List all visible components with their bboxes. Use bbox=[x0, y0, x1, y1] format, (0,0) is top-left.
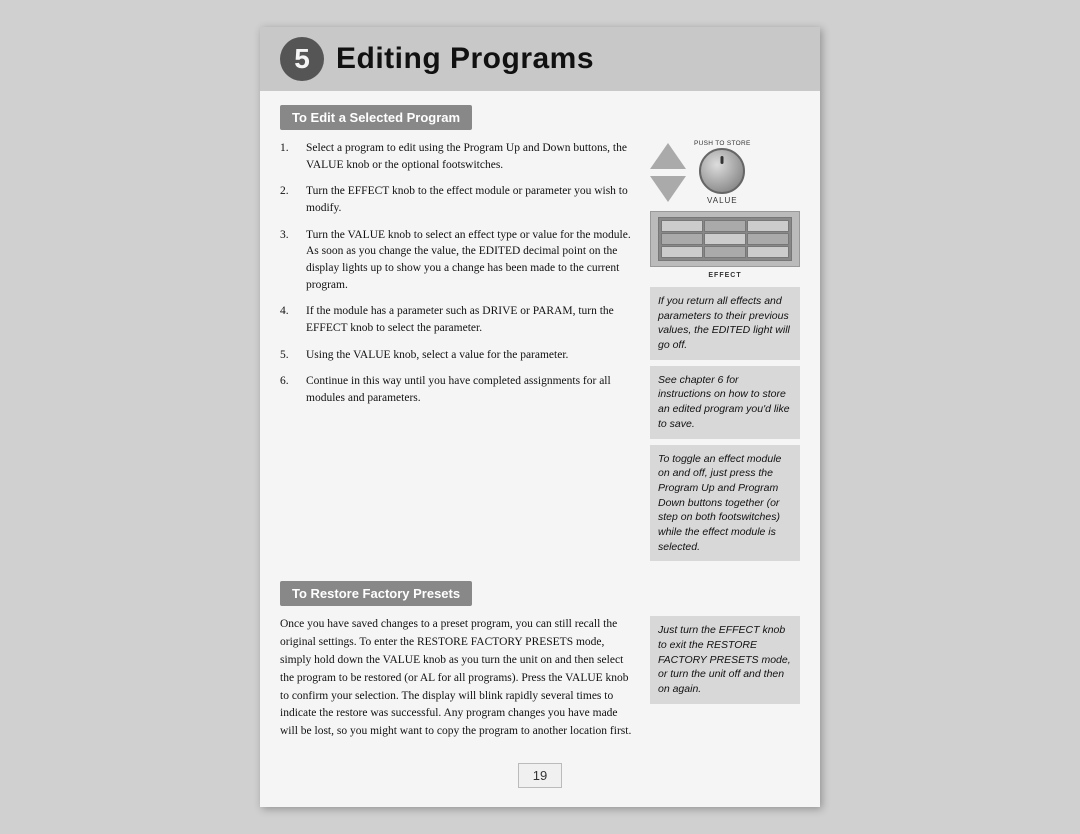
step-5-num: 5. bbox=[280, 347, 298, 364]
arrows-icon bbox=[650, 143, 686, 202]
step-5: 5. Using the VALUE knob, select a value … bbox=[280, 347, 636, 364]
section1-content: 1. Select a program to edit using the Pr… bbox=[260, 140, 820, 567]
value-knob-icon bbox=[699, 148, 745, 194]
arrow-up-icon bbox=[650, 143, 686, 169]
steps-column: 1. Select a program to edit using the Pr… bbox=[280, 140, 636, 567]
chapter-number: 5 bbox=[280, 37, 324, 81]
effect-label: EFFECT bbox=[708, 272, 741, 279]
sidebar-note-1: If you return all effects and parameters… bbox=[650, 287, 800, 360]
step-3-num: 3. bbox=[280, 227, 298, 294]
step-5-text: Using the VALUE knob, select a value for… bbox=[306, 347, 636, 364]
step-2-text: Turn the EFFECT knob to the effect modul… bbox=[306, 183, 636, 216]
step-1-text: Select a program to edit using the Progr… bbox=[306, 140, 636, 173]
sidebar-note-3: To toggle an effect module on and off, j… bbox=[650, 445, 800, 562]
step-3: 3. Turn the VALUE knob to select an effe… bbox=[280, 227, 636, 294]
step-4-text: If the module has a parameter such as DR… bbox=[306, 303, 636, 336]
page-number: 19 bbox=[518, 763, 562, 788]
page: 5 Editing Programs To Edit a Selected Pr… bbox=[260, 27, 820, 807]
sidebar-note-4: Just turn the EFFECT knob to exit the RE… bbox=[650, 616, 800, 703]
value-knob-col: PUSH TO STORE VALUE bbox=[694, 140, 751, 205]
sidebar-note-2: See chapter 6 for instructions on how to… bbox=[650, 366, 800, 439]
section2-body-col: Once you have saved changes to a preset … bbox=[280, 616, 636, 753]
section2-right-col: Just turn the EFFECT knob to exit the RE… bbox=[650, 616, 800, 753]
step-2-num: 2. bbox=[280, 183, 298, 216]
arrow-down-icon bbox=[650, 176, 686, 202]
page-title: Editing Programs bbox=[336, 42, 594, 76]
effect-panel-icon bbox=[650, 211, 800, 267]
step-6-num: 6. bbox=[280, 373, 298, 406]
value-knob-label: VALUE bbox=[707, 196, 738, 205]
page-number-area: 19 bbox=[260, 763, 820, 802]
step-4-num: 4. bbox=[280, 303, 298, 336]
arrows-knob-area: PUSH TO STORE VALUE bbox=[650, 140, 800, 205]
step-6: 6. Continue in this way until you have c… bbox=[280, 373, 636, 406]
step-2: 2. Turn the EFFECT knob to the effect mo… bbox=[280, 183, 636, 216]
section2-header: To Restore Factory Presets bbox=[280, 581, 472, 606]
step-6-text: Continue in this way until you have comp… bbox=[306, 373, 636, 406]
steps-list: 1. Select a program to edit using the Pr… bbox=[280, 140, 636, 407]
section2-body-text: Once you have saved changes to a preset … bbox=[280, 616, 636, 741]
effect-panel-inner bbox=[658, 217, 791, 260]
step-1: 1. Select a program to edit using the Pr… bbox=[280, 140, 636, 173]
page-header: 5 Editing Programs bbox=[260, 27, 820, 91]
section1-header: To Edit a Selected Program bbox=[280, 105, 472, 130]
step-4: 4. If the module has a parameter such as… bbox=[280, 303, 636, 336]
push-to-store-label: PUSH TO STORE bbox=[694, 140, 751, 147]
section2-content: Once you have saved changes to a preset … bbox=[260, 616, 820, 753]
right-column: PUSH TO STORE VALUE bbox=[650, 140, 800, 567]
step-3-text: Turn the VALUE knob to select an effect … bbox=[306, 227, 636, 294]
step-1-num: 1. bbox=[280, 140, 298, 173]
